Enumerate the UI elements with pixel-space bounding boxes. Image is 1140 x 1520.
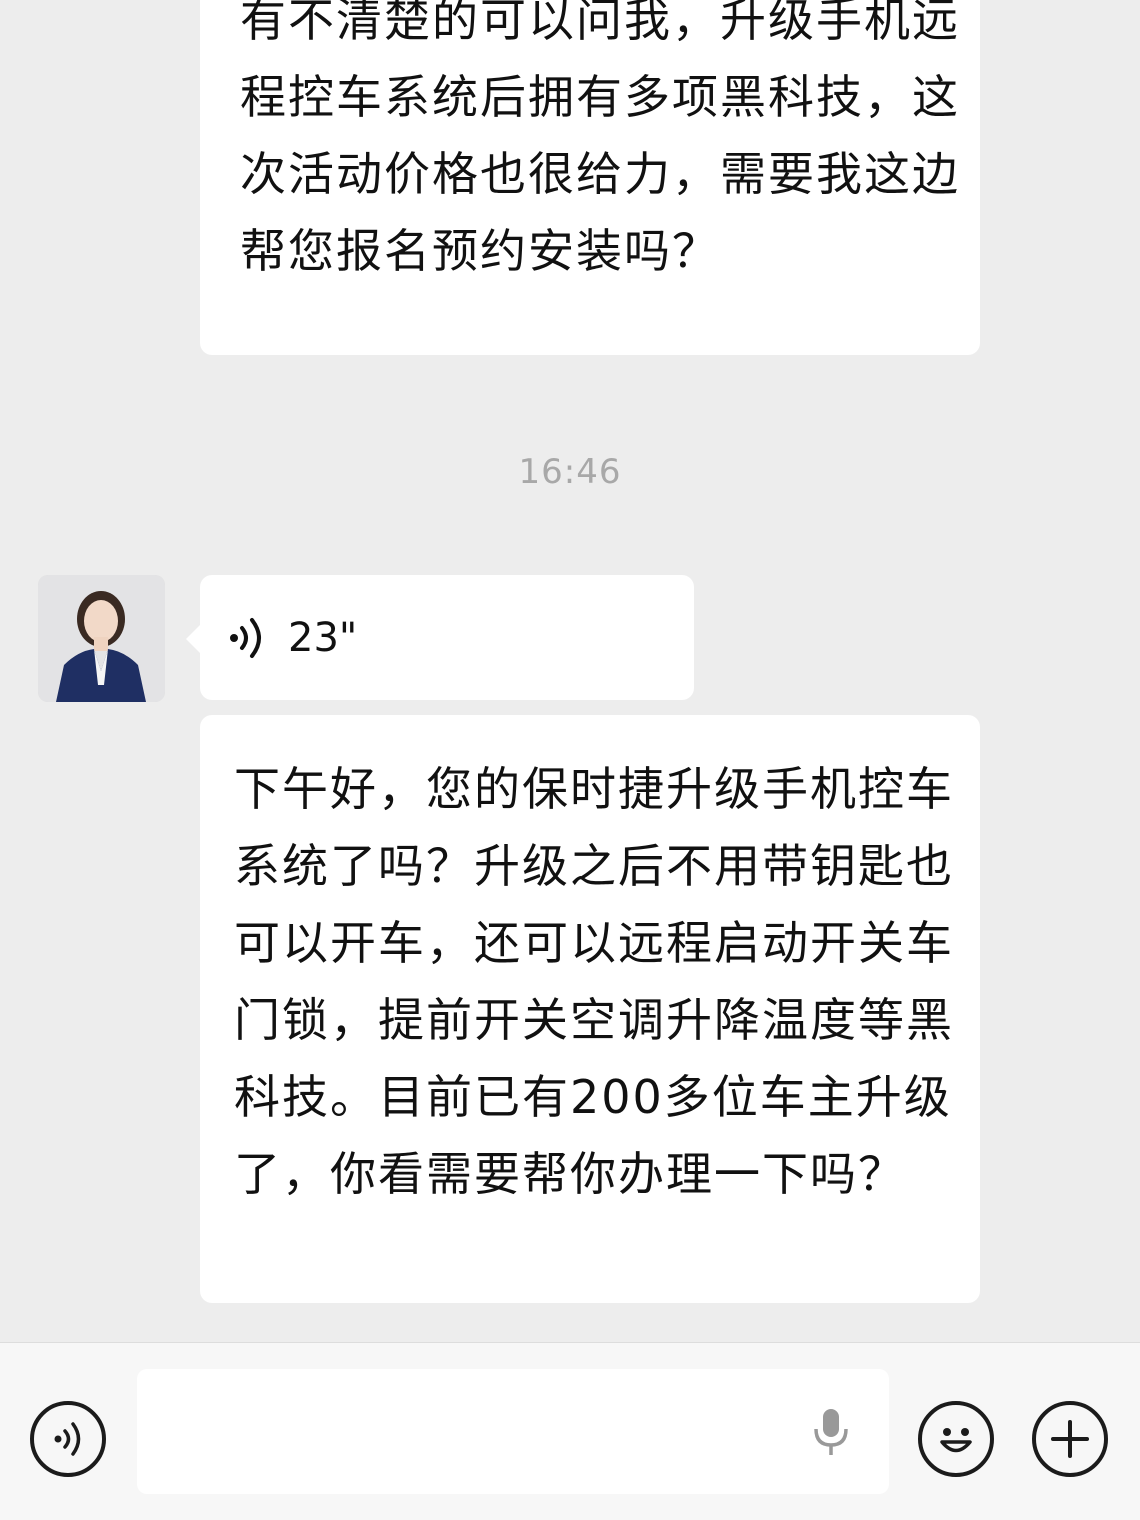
emoji-icon: [940, 1428, 972, 1453]
plus-icon: [1051, 1420, 1089, 1458]
message-timestamp: 16:46: [518, 452, 622, 492]
voice-mode-button[interactable]: [30, 1401, 106, 1477]
microphone-icon[interactable]: [811, 1407, 851, 1457]
message-text: 下午好，您的保时捷升级手机控车系统了吗？升级之后不用带钥匙也可以开车，还可以远程…: [234, 762, 954, 1201]
chat-area[interactable]: 有不清楚的可以问我，升级手机远程控车系统后拥有多项黑科技，这次活动价格也很给力，…: [0, 0, 1140, 1342]
message-text: 有不清楚的可以问我，升级手机远程控车系统后拥有多项黑科技，这次活动价格也很给力，…: [240, 0, 960, 278]
plus-button[interactable]: [1032, 1401, 1108, 1477]
message-bubble[interactable]: 下午好，您的保时捷升级手机控车系统了吗？升级之后不用带钥匙也可以开车，还可以远程…: [200, 715, 980, 1303]
emoji-button[interactable]: [918, 1401, 994, 1477]
avatar[interactable]: [38, 575, 165, 702]
voice-mode-icon: [54, 1422, 81, 1456]
input-toolbar: [0, 1342, 1140, 1520]
message-input[interactable]: [137, 1369, 889, 1494]
voice-message-bubble[interactable]: 23": [186, 575, 694, 700]
voice-wave-icon: [230, 617, 261, 658]
message-bubble-previous[interactable]: 有不清楚的可以问我，升级手机远程控车系统后拥有多项黑科技，这次活动价格也很给力，…: [200, 0, 980, 355]
avatar-image: [38, 575, 165, 702]
voice-duration: 23": [288, 614, 358, 661]
